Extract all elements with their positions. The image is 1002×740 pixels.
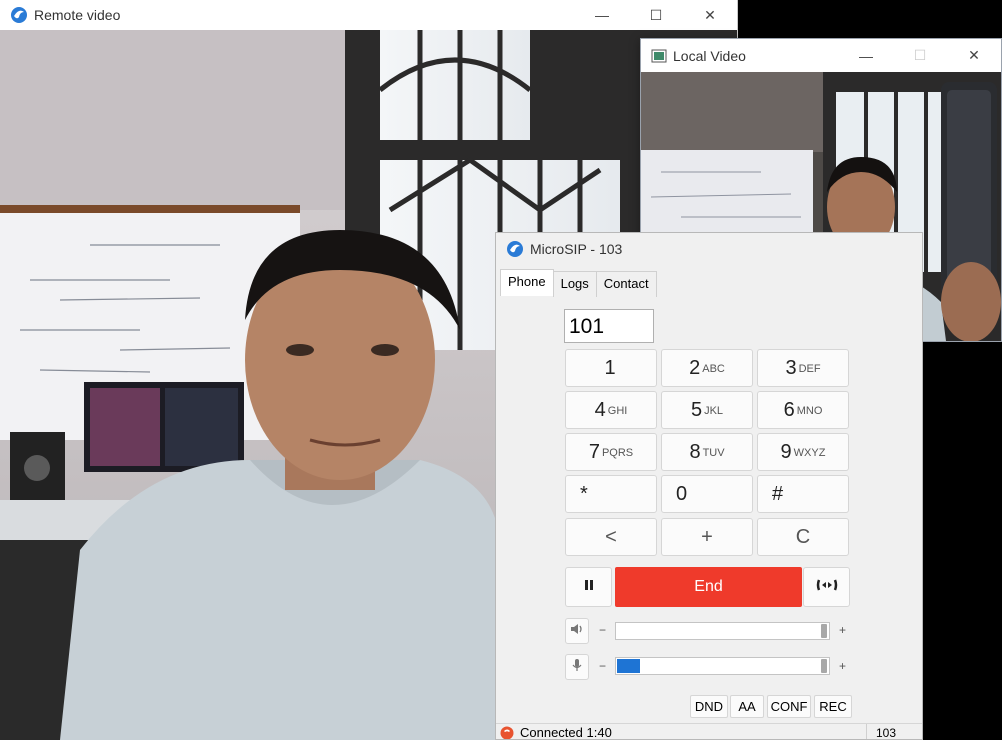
mic-mute-button[interactable] <box>565 654 589 680</box>
speaker-mute-button[interactable] <box>565 618 589 644</box>
key-star[interactable]: * <box>565 475 657 513</box>
key-5[interactable]: 5 JKL <box>661 391 753 429</box>
key-digit: 2 <box>689 356 701 379</box>
key-digit: 9 <box>780 440 792 463</box>
key-digit: 4 <box>594 398 606 421</box>
end-call-button[interactable]: End <box>615 567 802 607</box>
tab-logs[interactable]: Logs <box>552 271 597 297</box>
pause-icon <box>584 578 594 596</box>
video-window-icon <box>651 48 667 64</box>
maximize-button[interactable]: ☐ <box>629 0 683 30</box>
close-button[interactable]: ✕ <box>947 41 1001 71</box>
transfer-icon <box>816 578 838 597</box>
key-2[interactable]: 2 ABC <box>661 349 753 387</box>
key-9[interactable]: 9 WXYZ <box>757 433 849 471</box>
key-8[interactable]: 8 TUV <box>661 433 753 471</box>
auto-answer-button[interactable]: AA <box>730 695 764 718</box>
key-letters: DEF <box>798 363 821 375</box>
tab-contacts[interactable]: Contact <box>595 271 657 297</box>
mic-volume-slider[interactable] <box>615 657 830 675</box>
speaker-icon <box>570 622 584 640</box>
close-button[interactable]: ✕ <box>683 0 737 30</box>
key-1[interactable]: 1 <box>565 349 657 387</box>
key-letters: JKL <box>704 405 724 417</box>
key-digit: # <box>772 482 784 505</box>
hold-button[interactable] <box>565 567 612 607</box>
mic-level-fill <box>617 659 640 673</box>
microsip-tabs: Phone Logs Contact <box>500 269 657 297</box>
plus-label: + <box>701 525 713 548</box>
tab-phone[interactable]: Phone <box>500 269 554 296</box>
speaker-volume-fill <box>617 624 817 638</box>
mic-minus: − <box>599 659 607 673</box>
minimize-button[interactable]: — <box>839 41 893 71</box>
key-0[interactable]: 0 <box>661 475 753 513</box>
key-letters: TUV <box>702 447 725 459</box>
key-digit: 0 <box>676 482 688 505</box>
microsip-title: MicroSIP - 103 <box>530 241 623 257</box>
key-hash[interactable]: # <box>757 475 849 513</box>
key-digit: * <box>580 482 588 505</box>
key-digit: 3 <box>785 356 797 379</box>
local-video-titlebar[interactable]: Local Video — ☐ ✕ <box>641 39 1001 72</box>
key-letters: GHI <box>607 405 628 417</box>
remote-video-title: Remote video <box>34 7 121 23</box>
dnd-button[interactable]: DND <box>690 695 728 718</box>
status-text: Connected 1:40 <box>520 725 612 740</box>
backspace-button[interactable]: < <box>565 518 657 556</box>
status-extension: 103 <box>866 724 905 739</box>
key-7[interactable]: 7 PQRS <box>565 433 657 471</box>
key-3[interactable]: 3 DEF <box>757 349 849 387</box>
microsip-globe-icon <box>10 6 28 24</box>
transfer-button[interactable] <box>803 567 850 607</box>
remote-video-titlebar[interactable]: Remote video — ☐ ✕ <box>0 0 737 30</box>
microsip-globe-icon <box>506 240 524 258</box>
minimize-button[interactable]: — <box>575 0 629 30</box>
key-6[interactable]: 6 MNO <box>757 391 849 429</box>
local-video-title: Local Video <box>673 47 746 64</box>
status-phone-icon <box>500 726 514 739</box>
key-letters: ABC <box>702 363 725 375</box>
microphone-icon <box>571 658 583 677</box>
clear-label: C <box>795 525 811 548</box>
record-button[interactable]: REC <box>814 695 852 718</box>
speaker-plus: + <box>839 623 847 637</box>
backspace-label: < <box>605 525 617 548</box>
key-digit: 6 <box>783 398 795 421</box>
key-4[interactable]: 4 GHI <box>565 391 657 429</box>
plus-button[interactable]: + <box>661 518 753 556</box>
key-digit: 8 <box>689 440 701 463</box>
key-digit: 5 <box>690 398 703 421</box>
microsip-titlebar[interactable]: MicroSIP - 103 <box>496 233 922 265</box>
key-letters: PQRS <box>601 447 634 459</box>
slider-thumb[interactable] <box>821 659 827 673</box>
speaker-volume-slider[interactable] <box>615 622 830 640</box>
microsip-window: MicroSIP - 103 Phone Logs Contact 101 1 … <box>495 232 923 740</box>
maximize-button[interactable]: ☐ <box>893 41 947 71</box>
status-bar: Connected 1:40 103 <box>496 723 922 740</box>
conference-button[interactable]: CONF <box>767 695 811 718</box>
clear-button[interactable]: C <box>757 518 849 556</box>
key-letters: MNO <box>796 405 823 417</box>
dial-number-input[interactable]: 101 <box>564 309 654 343</box>
slider-thumb[interactable] <box>821 624 827 638</box>
mic-plus: + <box>839 659 847 673</box>
key-digit: 7 <box>588 440 600 463</box>
key-digit: 1 <box>604 356 616 379</box>
key-letters: WXYZ <box>793 447 826 459</box>
speaker-minus: − <box>599 623 607 637</box>
